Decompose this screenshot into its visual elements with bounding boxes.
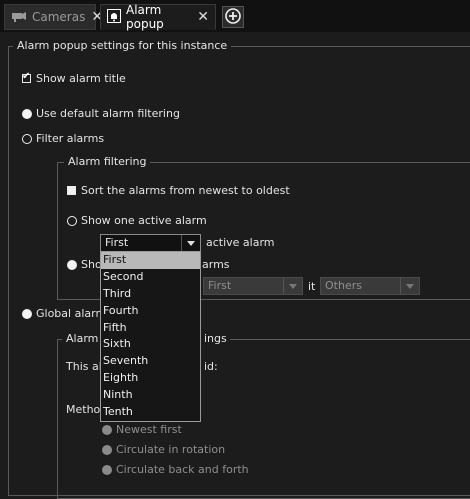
- filter-alarms-label: Filter alarms: [36, 132, 105, 145]
- dropdown-option-seventh[interactable]: Seventh: [101, 353, 200, 370]
- alarm-filtering-legend: Alarm filtering: [64, 155, 151, 168]
- dropdown-option-first[interactable]: First: [101, 252, 200, 269]
- method-back-forth-radio[interactable]: [102, 465, 112, 475]
- range-from-select[interactable]: First: [203, 277, 303, 295]
- global-alarm-radio[interactable]: [22, 309, 32, 319]
- instance-id-label-left: This al: [66, 360, 102, 373]
- range-to-value: Others: [325, 279, 362, 292]
- method-rotation-label: Circulate in rotation: [116, 443, 226, 456]
- instance-id-label-right: id:: [204, 360, 218, 373]
- show-one-active-label: Show one active alarm: [81, 214, 207, 227]
- dropdown-option-ninth[interactable]: Ninth: [101, 387, 200, 404]
- dropdown-option-third[interactable]: Third: [101, 286, 200, 303]
- method-newest-radio[interactable]: [102, 425, 112, 435]
- tab-alarm-popup-label: Alarm popup: [126, 3, 164, 31]
- dropdown-option-sixth[interactable]: Sixth: [101, 336, 200, 353]
- method-newest-label: Newest first: [116, 423, 182, 436]
- sort-newest-label: Sort the alarms from newest to oldest: [81, 184, 290, 197]
- active-alarm-dropdown-list: First Second Third Fourth Fifth Sixth Se…: [100, 251, 201, 422]
- method-label-partial: Metho: [66, 403, 101, 416]
- chevron-down-icon: [181, 235, 200, 251]
- range-to-select[interactable]: Others: [320, 277, 420, 295]
- range-mid-label: it: [308, 280, 316, 293]
- tab-cameras-label: Cameras: [32, 10, 86, 24]
- filter-alarms-radio[interactable]: [22, 134, 32, 144]
- chevron-down-icon: [283, 278, 302, 294]
- add-tab-button[interactable]: [222, 6, 244, 28]
- show-alarm-title-label: Show alarm title: [36, 72, 126, 85]
- show-alarms-radio[interactable]: [67, 260, 77, 270]
- active-alarm-suffix: active alarm: [206, 236, 275, 249]
- dropdown-option-tenth[interactable]: Tenth: [101, 404, 200, 421]
- close-icon[interactable]: ✕: [197, 9, 209, 25]
- tab-cameras[interactable]: Cameras ✕: [4, 4, 103, 30]
- show-alarms-label-partial: Sho: [81, 258, 102, 271]
- show-alarms-label-suffix: arms: [202, 258, 230, 271]
- plus-circle-icon: [225, 7, 241, 27]
- chevron-down-icon: [400, 278, 419, 294]
- show-alarm-title-checkbox[interactable]: [22, 71, 31, 83]
- global-group-legend-left: Alarm: [62, 332, 103, 345]
- method-rotation-radio[interactable]: [102, 445, 112, 455]
- dropdown-option-fourth[interactable]: Fourth: [101, 303, 200, 320]
- camera-icon: [11, 10, 27, 25]
- show-one-active-radio[interactable]: [67, 216, 77, 226]
- use-default-filtering-label: Use default alarm filtering: [36, 107, 180, 120]
- active-alarm-select[interactable]: First: [100, 234, 201, 252]
- tab-alarm-popup[interactable]: Alarm popup ✕: [100, 3, 216, 31]
- dropdown-option-second[interactable]: Second: [101, 269, 200, 286]
- global-group-legend-right: ings: [201, 332, 230, 345]
- dropdown-option-eighth[interactable]: Eighth: [101, 370, 200, 387]
- alarm-popup-settings-legend: Alarm popup settings for this instance: [13, 39, 232, 52]
- method-back-forth-label: Circulate back and forth: [116, 463, 249, 476]
- global-alarm-label-partial: Global alarm: [36, 307, 107, 320]
- range-from-value: First: [208, 279, 232, 292]
- active-alarm-select-value: First: [105, 236, 129, 249]
- use-default-filtering-radio[interactable]: [22, 109, 32, 119]
- dropdown-option-fifth[interactable]: Fifth: [101, 320, 200, 337]
- bell-icon: [107, 8, 121, 26]
- sort-newest-checkbox[interactable]: [67, 186, 76, 195]
